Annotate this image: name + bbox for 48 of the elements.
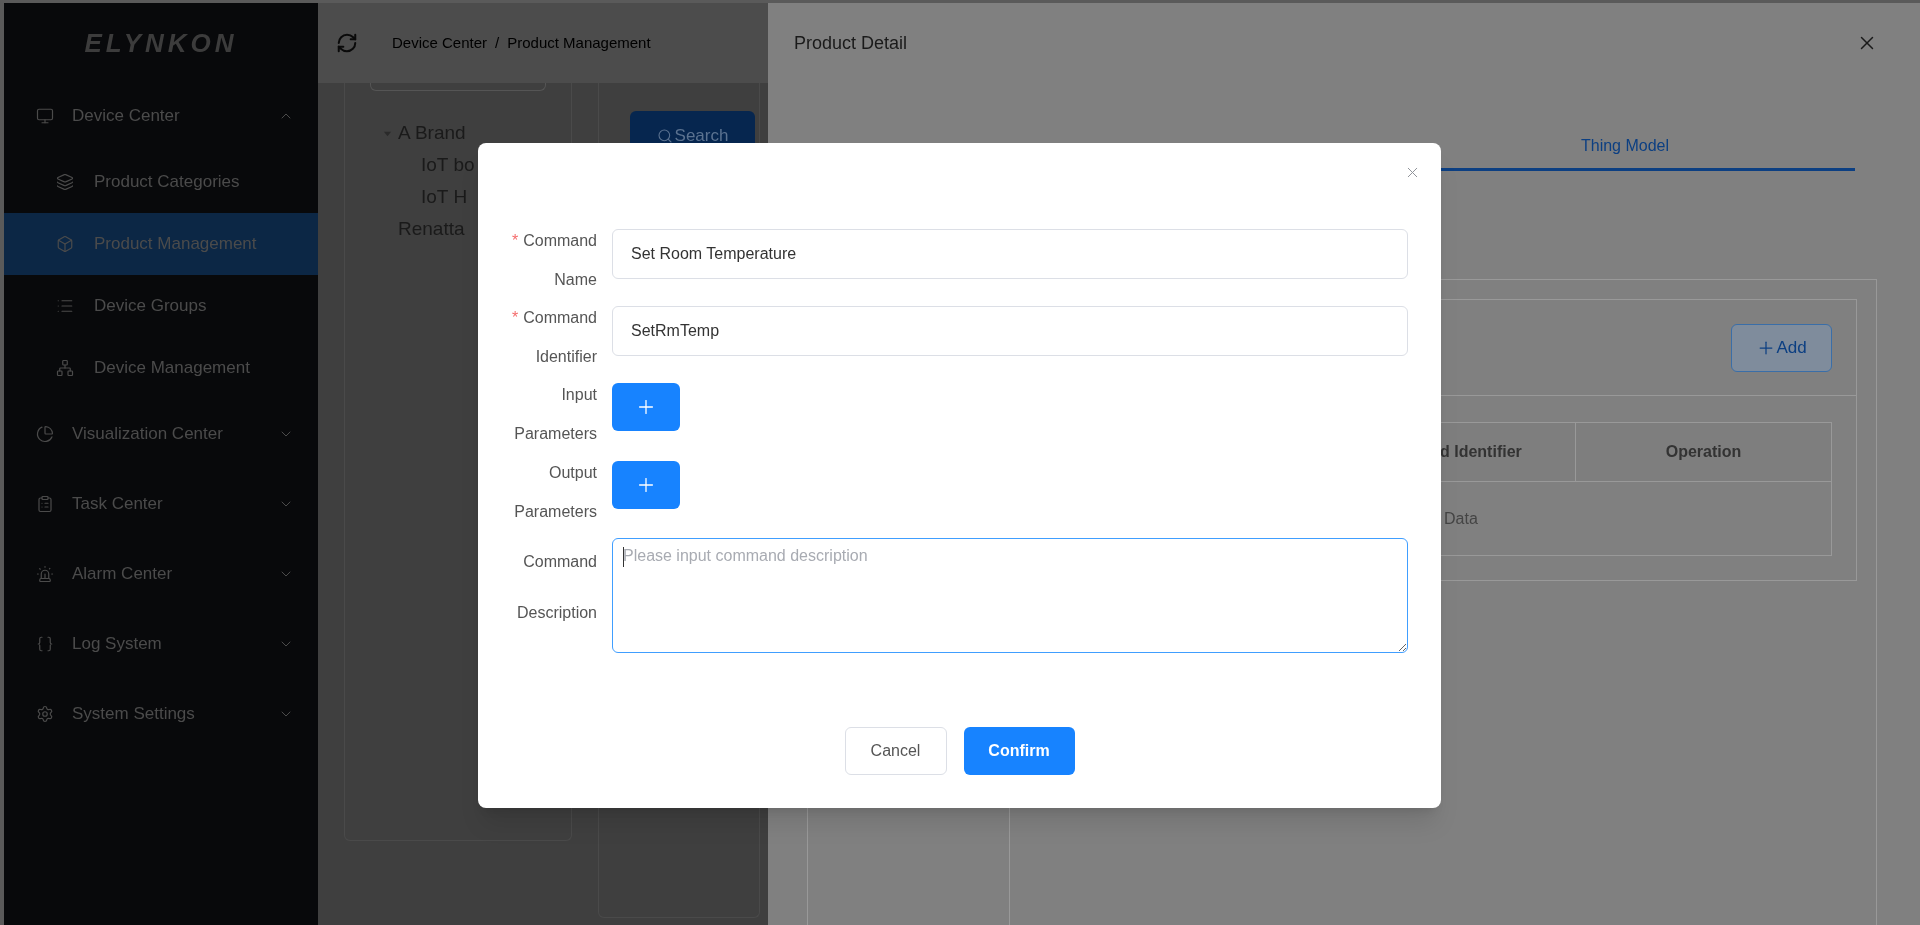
- submenu-item[interactable]: Product Categories: [4, 151, 318, 213]
- field-label: * Command: [511, 231, 597, 251]
- menu-item[interactable]: Device Center: [4, 83, 318, 149]
- breadcrumb-separator: /: [495, 32, 500, 53]
- refresh-icon[interactable]: [336, 32, 358, 54]
- confirm-button[interactable]: Confirm: [963, 727, 1075, 775]
- add-button[interactable]: Add: [1731, 323, 1832, 372]
- field-label: Name: [554, 270, 597, 290]
- empty-text: Data: [1444, 508, 1478, 529]
- field-label: Parameters: [514, 424, 597, 444]
- field-label: Output: [548, 463, 597, 483]
- submenu-item[interactable]: Device Groups: [4, 275, 318, 337]
- field-label: Command: [523, 552, 597, 572]
- pie-chart-icon: [36, 425, 54, 443]
- field-label: Parameters: [514, 502, 597, 522]
- description-textarea[interactable]: Please input command description: [612, 538, 1408, 653]
- menu-item[interactable]: Log System: [4, 609, 318, 679]
- breadcrumb-current: Product Management: [507, 32, 651, 53]
- monitor-icon: [36, 107, 54, 125]
- add-parameter-button[interactable]: [612, 383, 680, 431]
- siren-icon: [36, 565, 54, 583]
- braces-icon: [36, 635, 54, 653]
- layers-icon: [56, 173, 74, 191]
- field-label: Identifier: [535, 347, 597, 367]
- text-cursor: [623, 547, 624, 567]
- settings-icon: [36, 705, 54, 723]
- text-input[interactable]: SetRmTemp: [612, 306, 1408, 356]
- add-parameter-button[interactable]: [612, 461, 680, 509]
- cancel-button[interactable]: Cancel: [844, 727, 947, 775]
- menu-item[interactable]: Task Center: [4, 469, 318, 539]
- submenu-item[interactable]: Product Management: [4, 213, 318, 275]
- breadcrumb-link[interactable]: Device Center: [392, 31, 488, 55]
- field-label: * Command: [511, 308, 597, 328]
- clipboard-icon: [36, 495, 54, 513]
- field-label: Description: [516, 603, 597, 623]
- field-label: Input: [561, 385, 597, 405]
- hierarchy-icon: [56, 359, 74, 377]
- search-icon: [656, 128, 673, 144]
- text-input[interactable]: Set Room Temperature: [612, 229, 1408, 279]
- submenu-item[interactable]: Device Management: [4, 337, 318, 399]
- list-icon: [56, 297, 74, 315]
- menu-item[interactable]: Alarm Center: [4, 539, 318, 609]
- menu-item[interactable]: System Settings: [4, 679, 318, 749]
- drawer-title: Product Detail: [794, 31, 908, 55]
- column-header: d Identifier: [1440, 442, 1523, 462]
- menu-item[interactable]: Visualization Center: [4, 399, 318, 469]
- cube-icon: [56, 235, 74, 253]
- column-header: Operation: [1575, 423, 1831, 481]
